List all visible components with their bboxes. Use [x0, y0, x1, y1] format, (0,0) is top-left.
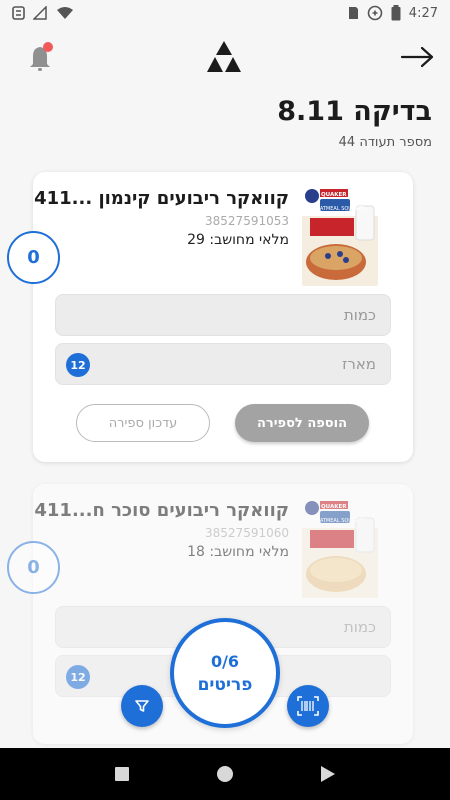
count-circle[interactable]: 0 [7, 231, 60, 284]
quantity-input[interactable]: כמות [55, 294, 391, 336]
package-size-badge: 12 [66, 665, 90, 689]
page-title: בדיקה 8.11 [277, 96, 432, 127]
product-image: OATMEAL SQUARES QUAKER [302, 498, 378, 598]
add-to-count-button[interactable]: הוספה לספירה [235, 404, 369, 442]
image-text: OATMEAL SQUARES [316, 206, 365, 212]
back-button[interactable] [400, 44, 436, 70]
status-icons-right: 4:27 [348, 5, 438, 21]
product-code: 38527591060 [205, 526, 289, 540]
sim-icon [348, 7, 358, 19]
arrow-right-icon [400, 46, 434, 68]
system-back-button[interactable] [308, 754, 348, 794]
document-number: מספר תעודה 44 [338, 135, 432, 150]
product-card: OATMEAL SQUARES QUAKER קוואקר ריבועים קי… [33, 172, 413, 462]
logo-icon [207, 41, 241, 72]
product-name: קוואקר ריבועים סוכר ח...411 [34, 500, 289, 521]
image-text: OATMEAL SQUARES [316, 518, 365, 524]
triangle-icon [321, 766, 336, 782]
package-placeholder: מארז [342, 355, 376, 373]
cereal-box-image: OATMEAL SQUARES QUAKER [302, 498, 378, 598]
filter-button[interactable] [121, 685, 163, 727]
items-progress[interactable]: 0/6 פריטים [170, 618, 280, 728]
filter-icon [135, 700, 149, 712]
status-bar: 4:27 [0, 0, 450, 26]
clock: 4:27 [408, 5, 438, 21]
computed-stock: מלאי מחושב: 29 [187, 232, 289, 248]
package-size-badge: 12 [66, 353, 90, 377]
wifi-icon [57, 7, 73, 19]
package-input[interactable]: מארז 12 [55, 343, 391, 385]
notification-icon [12, 6, 25, 20]
recents-button[interactable] [102, 754, 142, 794]
bell-icon [30, 42, 53, 71]
product-image: OATMEAL SQUARES QUAKER [302, 186, 378, 286]
progress-count: 0/6 [210, 651, 240, 671]
quantity-placeholder: כמות [343, 306, 376, 324]
product-name: קוואקר ריבועים קינמון ...411 [34, 188, 289, 209]
product-code: 38527591053 [205, 214, 289, 228]
image-brand: QUAKER [321, 504, 347, 510]
barcode-scan-icon [297, 696, 319, 716]
computed-stock: מלאי מחושב: 18 [187, 544, 289, 560]
count-circle[interactable]: 0 [7, 541, 60, 594]
home-button[interactable] [205, 754, 245, 794]
battery-icon [391, 5, 401, 21]
image-brand: QUAKER [321, 192, 347, 198]
notifications-button[interactable] [27, 42, 55, 72]
app-header [0, 30, 450, 86]
status-icons-left [12, 6, 74, 20]
circle-icon [216, 766, 233, 782]
square-icon [114, 767, 129, 781]
no-signal-icon [33, 6, 47, 20]
update-count-button[interactable]: עדכון ספירה [76, 404, 210, 442]
app-logo [206, 40, 242, 74]
cereal-box-image: OATMEAL SQUARES QUAKER [302, 186, 378, 286]
system-nav-bar [0, 748, 450, 800]
scan-barcode-button[interactable] [287, 685, 329, 727]
quantity-placeholder: כמות [343, 618, 376, 636]
data-saver-icon [367, 5, 383, 21]
progress-label: פריטים [197, 674, 253, 695]
